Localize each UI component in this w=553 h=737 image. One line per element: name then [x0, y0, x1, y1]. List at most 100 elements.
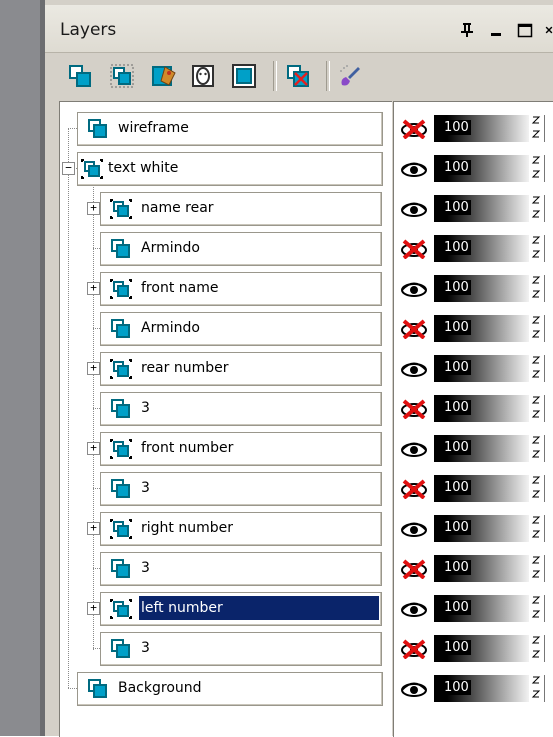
opacity-value: 100: [442, 280, 471, 295]
row-edge: [544, 235, 553, 262]
layer-row[interactable]: front number: [100, 432, 382, 466]
layer-visibility-row: 100: [394, 393, 553, 425]
opacity-spinner-icon[interactable]: [530, 635, 542, 662]
layer-visibility-row: 100: [394, 353, 553, 385]
layer-visibility-row: 100: [394, 633, 553, 665]
eye-icon[interactable]: [399, 679, 429, 699]
opacity-slider[interactable]: 100: [434, 235, 529, 262]
opacity-slider[interactable]: 100: [434, 435, 529, 462]
eye-icon[interactable]: [399, 439, 429, 459]
window-controls: [458, 18, 553, 42]
expand-toggle[interactable]: +: [87, 522, 100, 535]
opacity-slider[interactable]: 100: [434, 635, 529, 662]
tree-connector: [68, 688, 77, 689]
layer-row[interactable]: 3: [100, 392, 382, 426]
opacity-spinner-icon[interactable]: [530, 275, 542, 302]
opacity-slider[interactable]: 100: [434, 275, 529, 302]
layer-name: Armindo: [141, 240, 200, 256]
expand-toggle[interactable]: +: [87, 282, 100, 295]
opacity-spinner-icon[interactable]: [530, 355, 542, 382]
layer-row[interactable]: 3: [100, 472, 382, 506]
eye-hidden-icon[interactable]: [399, 639, 429, 660]
opacity-value: 100: [442, 160, 471, 175]
eye-hidden-icon[interactable]: [399, 119, 429, 140]
layer-group-icon: [80, 158, 104, 180]
new-group-icon[interactable]: [107, 61, 137, 91]
opacity-slider[interactable]: 100: [434, 395, 529, 422]
opacity-slider[interactable]: 100: [434, 475, 529, 502]
row-edge: [544, 435, 553, 462]
opacity-slider[interactable]: 100: [434, 115, 529, 142]
opacity-slider[interactable]: 100: [434, 195, 529, 222]
layer-group-icon: [109, 278, 133, 300]
maximize-icon[interactable]: [516, 20, 534, 40]
opacity-spinner-icon[interactable]: [530, 675, 542, 702]
layer-visibility-row: 100: [394, 513, 553, 545]
layer-row[interactable]: rear number: [100, 352, 382, 386]
row-edge: [544, 395, 553, 422]
layer-row[interactable]: front name: [100, 272, 382, 306]
minimize-icon[interactable]: [487, 20, 505, 40]
eye-icon[interactable]: [399, 359, 429, 379]
opacity-spinner-icon[interactable]: [530, 555, 542, 582]
opacity-slider[interactable]: 100: [434, 595, 529, 622]
panel-titlebar[interactable]: Layers: [45, 5, 553, 53]
eye-hidden-icon[interactable]: [399, 399, 429, 420]
opacity-slider[interactable]: 100: [434, 315, 529, 342]
layer-visibility-row: 100: [394, 313, 553, 345]
opacity-spinner-icon[interactable]: [530, 235, 542, 262]
layer-row[interactable]: right number: [100, 512, 382, 546]
opacity-slider[interactable]: 100: [434, 675, 529, 702]
opacity-value: 100: [442, 560, 471, 575]
merge-layers-icon[interactable]: [229, 61, 259, 91]
eye-icon[interactable]: [399, 519, 429, 539]
new-layer-icon[interactable]: [65, 61, 95, 91]
brush-icon[interactable]: [335, 61, 365, 91]
opacity-slider[interactable]: 100: [434, 355, 529, 382]
opacity-spinner-icon[interactable]: [530, 515, 542, 542]
layer-row[interactable]: name rear: [100, 192, 382, 226]
opacity-spinner-icon[interactable]: [530, 195, 542, 222]
close-icon[interactable]: [545, 20, 553, 40]
pin-icon[interactable]: [458, 20, 476, 40]
eye-hidden-icon[interactable]: [399, 319, 429, 340]
opacity-value: 100: [442, 480, 471, 495]
opacity-spinner-icon[interactable]: [530, 435, 542, 462]
expand-toggle[interactable]: +: [87, 202, 100, 215]
mask-icon[interactable]: [188, 61, 218, 91]
opacity-spinner-icon[interactable]: [530, 315, 542, 342]
layer-row[interactable]: 3: [100, 632, 382, 666]
layer-name: name rear: [141, 200, 214, 216]
opacity-slider[interactable]: 100: [434, 515, 529, 542]
collapse-toggle[interactable]: −: [62, 162, 75, 175]
eye-hidden-icon[interactable]: [399, 479, 429, 500]
opacity-slider[interactable]: 100: [434, 555, 529, 582]
opacity-spinner-icon[interactable]: [530, 115, 542, 142]
layer-row[interactable]: Background: [77, 672, 383, 706]
eye-hidden-icon[interactable]: [399, 239, 429, 260]
layer-row[interactable]: wireframe: [77, 112, 383, 146]
opacity-slider[interactable]: 100: [434, 155, 529, 182]
eye-icon[interactable]: [399, 159, 429, 179]
eye-icon[interactable]: [399, 599, 429, 619]
layer-properties-icon[interactable]: [149, 61, 179, 91]
eye-hidden-icon[interactable]: [399, 559, 429, 580]
layer-name: 3: [141, 480, 150, 496]
opacity-spinner-icon[interactable]: [530, 395, 542, 422]
opacity-spinner-icon[interactable]: [530, 475, 542, 502]
layer-row[interactable]: Armindo: [100, 232, 382, 266]
layer-name: Background: [118, 680, 202, 696]
eye-icon[interactable]: [399, 199, 429, 219]
expand-toggle[interactable]: +: [87, 602, 100, 615]
layer-visibility-row: 100: [394, 233, 553, 265]
layer-row[interactable]: Armindo: [100, 312, 382, 346]
expand-toggle[interactable]: +: [87, 362, 100, 375]
eye-icon[interactable]: [399, 279, 429, 299]
opacity-spinner-icon[interactable]: [530, 595, 542, 622]
expand-toggle[interactable]: +: [87, 442, 100, 455]
layer-row[interactable]: 3: [100, 552, 382, 586]
delete-layer-icon[interactable]: [283, 61, 313, 91]
layer-row[interactable]: text white: [77, 152, 383, 186]
layer-row[interactable]: left number: [100, 592, 382, 626]
opacity-spinner-icon[interactable]: [530, 155, 542, 182]
